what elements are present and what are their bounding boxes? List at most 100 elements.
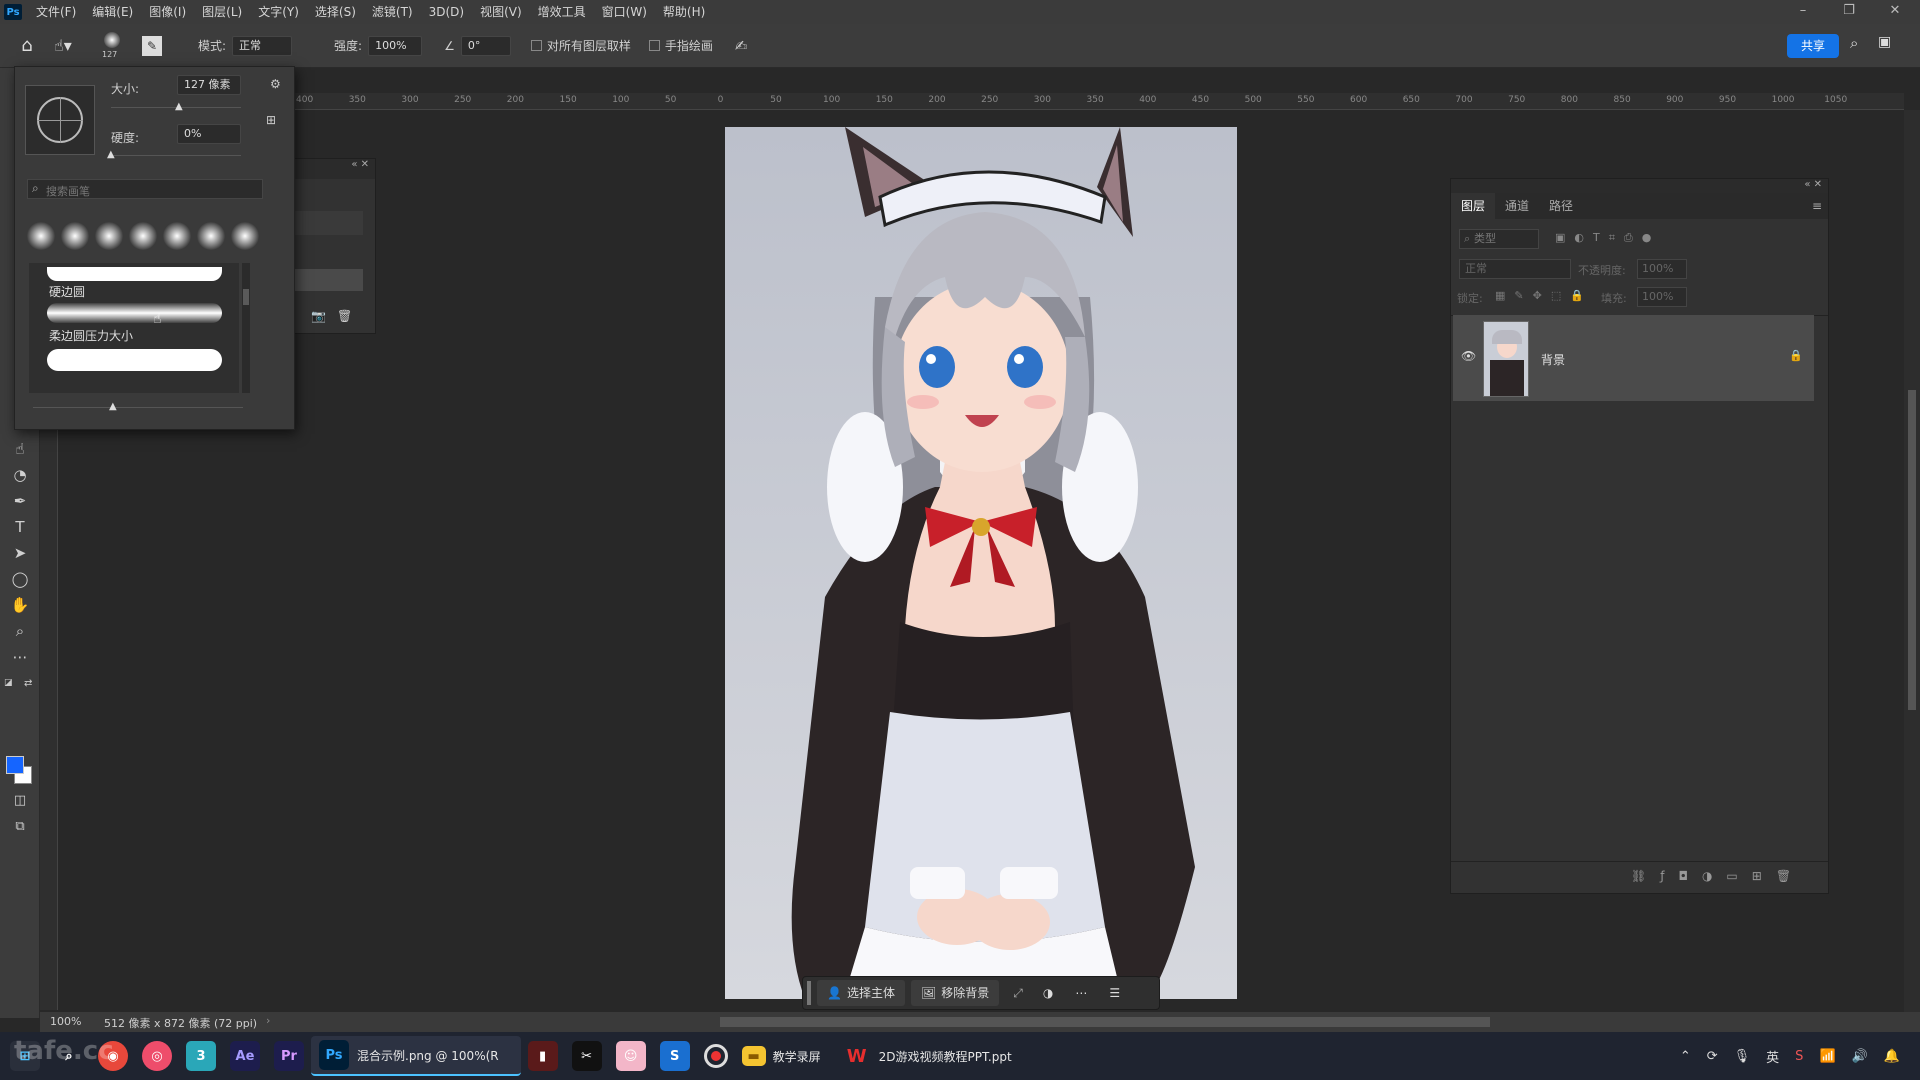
hardness-slider-thumb[interactable]: ▲	[107, 149, 115, 160]
preview-size-thumb[interactable]: ▲	[109, 401, 117, 412]
document-info[interactable]: 512 像素 x 872 像素 (72 ppi)	[104, 1015, 257, 1031]
brush-settings-panel-icon[interactable]: ✎	[142, 35, 162, 56]
menu-item[interactable]: 视图(V)	[472, 0, 530, 24]
soft-brush-stroke-preview[interactable]	[47, 303, 222, 323]
brush-angle-preview[interactable]	[25, 85, 95, 155]
size-field[interactable]: 127 像素	[177, 75, 241, 95]
path-selection-tool-icon[interactable]: ➤	[8, 542, 32, 564]
app-s-icon[interactable]: S	[659, 1041, 690, 1071]
menu-item[interactable]: 窗口(W)	[594, 0, 655, 24]
zoom-tool-icon[interactable]: ⌕	[8, 620, 32, 642]
new-preset-icon[interactable]: ⊞	[266, 113, 276, 127]
brush-search-field[interactable]: ⌕ 搜索画笔	[27, 179, 263, 199]
chevron-up-icon[interactable]: ⌃	[1680, 1049, 1691, 1064]
pressure-icon[interactable]: ✍	[735, 37, 748, 55]
menu-item[interactable]: 帮助(H)	[655, 0, 713, 24]
smudge-tool-icon[interactable]: ☝	[8, 438, 32, 460]
menu-item[interactable]: 选择(S)	[307, 0, 364, 24]
workspace-icon[interactable]: ▣	[1878, 34, 1891, 50]
size-slider-thumb[interactable]: ▲	[175, 101, 183, 112]
trash-icon[interactable]: 🗑	[337, 309, 352, 323]
preset-list-scrollbar[interactable]	[242, 263, 250, 393]
sync-icon[interactable]: ⟳	[1707, 1049, 1718, 1064]
select-subject-button[interactable]: 👤 选择主体	[817, 980, 905, 1006]
more-options-icon[interactable]: ⋯	[1075, 986, 1087, 1000]
wps-icon[interactable]: W	[842, 1041, 872, 1071]
close-window-button[interactable]: ✕	[1872, 0, 1918, 24]
horizontal-scrollbar-thumb[interactable]	[720, 1017, 1490, 1027]
layer-actions-bar[interactable]: ⛓ƒ◘◑▭⊞🗑	[1631, 869, 1805, 883]
zoom-level[interactable]: 100%	[50, 1015, 81, 1028]
quick-mask-icon[interactable]: ◫	[8, 790, 32, 812]
record-icon[interactable]	[703, 1044, 728, 1068]
microphone-icon[interactable]: 🎙	[1734, 1049, 1751, 1064]
blend-mode-select[interactable]: 正常	[1459, 259, 1571, 279]
scrollbar-thumb[interactable]	[243, 289, 249, 305]
menu-item[interactable]: 编辑(E)	[84, 0, 141, 24]
angle-field[interactable]: 0°	[460, 35, 511, 56]
swap-colors-icon[interactable]: ⇄	[24, 678, 32, 689]
app-icon[interactable]: ◎	[142, 1041, 172, 1071]
wifi-icon[interactable]: 📶	[1819, 1049, 1835, 1064]
menu-item[interactable]: 滤镜(T)	[364, 0, 421, 24]
gear-icon[interactable]: ⚙	[270, 77, 281, 91]
anime-app-icon[interactable]: ☺	[615, 1041, 646, 1071]
chevron-right-icon[interactable]: ›	[266, 1014, 270, 1027]
premiere-icon[interactable]: Pr	[274, 1041, 304, 1071]
strength-field[interactable]: 100%	[368, 35, 423, 56]
sogou-icon[interactable]: S	[1795, 1049, 1803, 1064]
app-3-icon[interactable]: 3	[186, 1041, 216, 1071]
app-red-icon[interactable]: ▮	[527, 1041, 558, 1071]
mode-select[interactable]: 正常	[232, 35, 293, 56]
foreground-color-swatch[interactable]	[6, 756, 24, 774]
sample-all-layers-checkbox[interactable]: 对所有图层取样	[530, 37, 637, 54]
history-item[interactable]	[295, 269, 363, 291]
menu-item[interactable]: 3D(D)	[421, 0, 472, 24]
taskbar-photoshop-window[interactable]: Ps 混合示例.png @ 100%(R	[311, 1036, 521, 1076]
lock-icon[interactable]: 🔒	[1789, 349, 1803, 362]
screen-mode-icon[interactable]: ⧉	[8, 816, 32, 838]
recent-brush-tip[interactable]	[61, 222, 89, 250]
maximize-button[interactable]: ❐	[1826, 0, 1872, 24]
history-item[interactable]	[295, 211, 363, 235]
eye-icon[interactable]: 👁	[1461, 349, 1476, 363]
settings-sliders-icon[interactable]: ☰	[1109, 986, 1120, 1000]
transform-icon[interactable]: ⤢	[1013, 986, 1023, 1001]
opacity-field[interactable]: 100%	[1637, 259, 1687, 279]
notification-icon[interactable]: 🔔	[1884, 1049, 1900, 1064]
menu-item[interactable]: 图层(L)	[194, 0, 250, 24]
recent-brush-tip[interactable]	[197, 222, 225, 250]
ime-indicator[interactable]: 英	[1766, 1047, 1779, 1066]
menu-item[interactable]: 文字(Y)	[250, 0, 307, 24]
folder-icon[interactable]: ▬	[741, 1046, 766, 1066]
share-button[interactable]: 共享	[1787, 34, 1839, 58]
minimize-button[interactable]: –	[1780, 0, 1826, 24]
scrollbar-thumb[interactable]	[1908, 390, 1916, 710]
wps-document-label[interactable]: 2D游戏视频教程PPT.ppt	[879, 1048, 1012, 1065]
layers-tab[interactable]: 路径	[1539, 193, 1583, 219]
vertical-scrollbar[interactable]	[1904, 110, 1920, 1012]
layer-filter-icons[interactable]: ▣◐T⌗⎙●	[1555, 231, 1660, 245]
recent-brush-tip[interactable]	[27, 222, 55, 250]
capcut-icon[interactable]: ✂	[571, 1041, 602, 1071]
dodge-tool-icon[interactable]: ◔	[8, 464, 32, 486]
after-effects-icon[interactable]: Ae	[230, 1041, 260, 1071]
layers-tab[interactable]: 通道	[1495, 193, 1539, 219]
recent-brush-tip[interactable]	[231, 222, 259, 250]
smudge-tool-preset-icon[interactable]: ☝▾	[54, 36, 90, 55]
document-image[interactable]	[725, 127, 1237, 999]
home-icon[interactable]: ⌂	[12, 35, 42, 56]
hardness-slider-track[interactable]	[111, 155, 241, 156]
menu-item[interactable]: 增效工具	[530, 0, 594, 24]
layer-name[interactable]: 背景	[1541, 351, 1565, 368]
brush-preset-picker[interactable]: 127	[96, 28, 132, 64]
pen-tool-icon[interactable]: ✒	[8, 490, 32, 512]
fill-field[interactable]: 100%	[1637, 287, 1687, 307]
folder-label[interactable]: 教学录屏	[773, 1048, 821, 1065]
camera-icon[interactable]: 📷	[311, 309, 326, 323]
recent-brush-tip[interactable]	[129, 222, 157, 250]
type-tool-icon[interactable]: T	[8, 516, 32, 538]
recent-brush-tip[interactable]	[95, 222, 123, 250]
finger-painting-checkbox[interactable]: 手指绘画	[648, 37, 719, 54]
adjustment-icon[interactable]: ◑	[1043, 986, 1053, 1000]
